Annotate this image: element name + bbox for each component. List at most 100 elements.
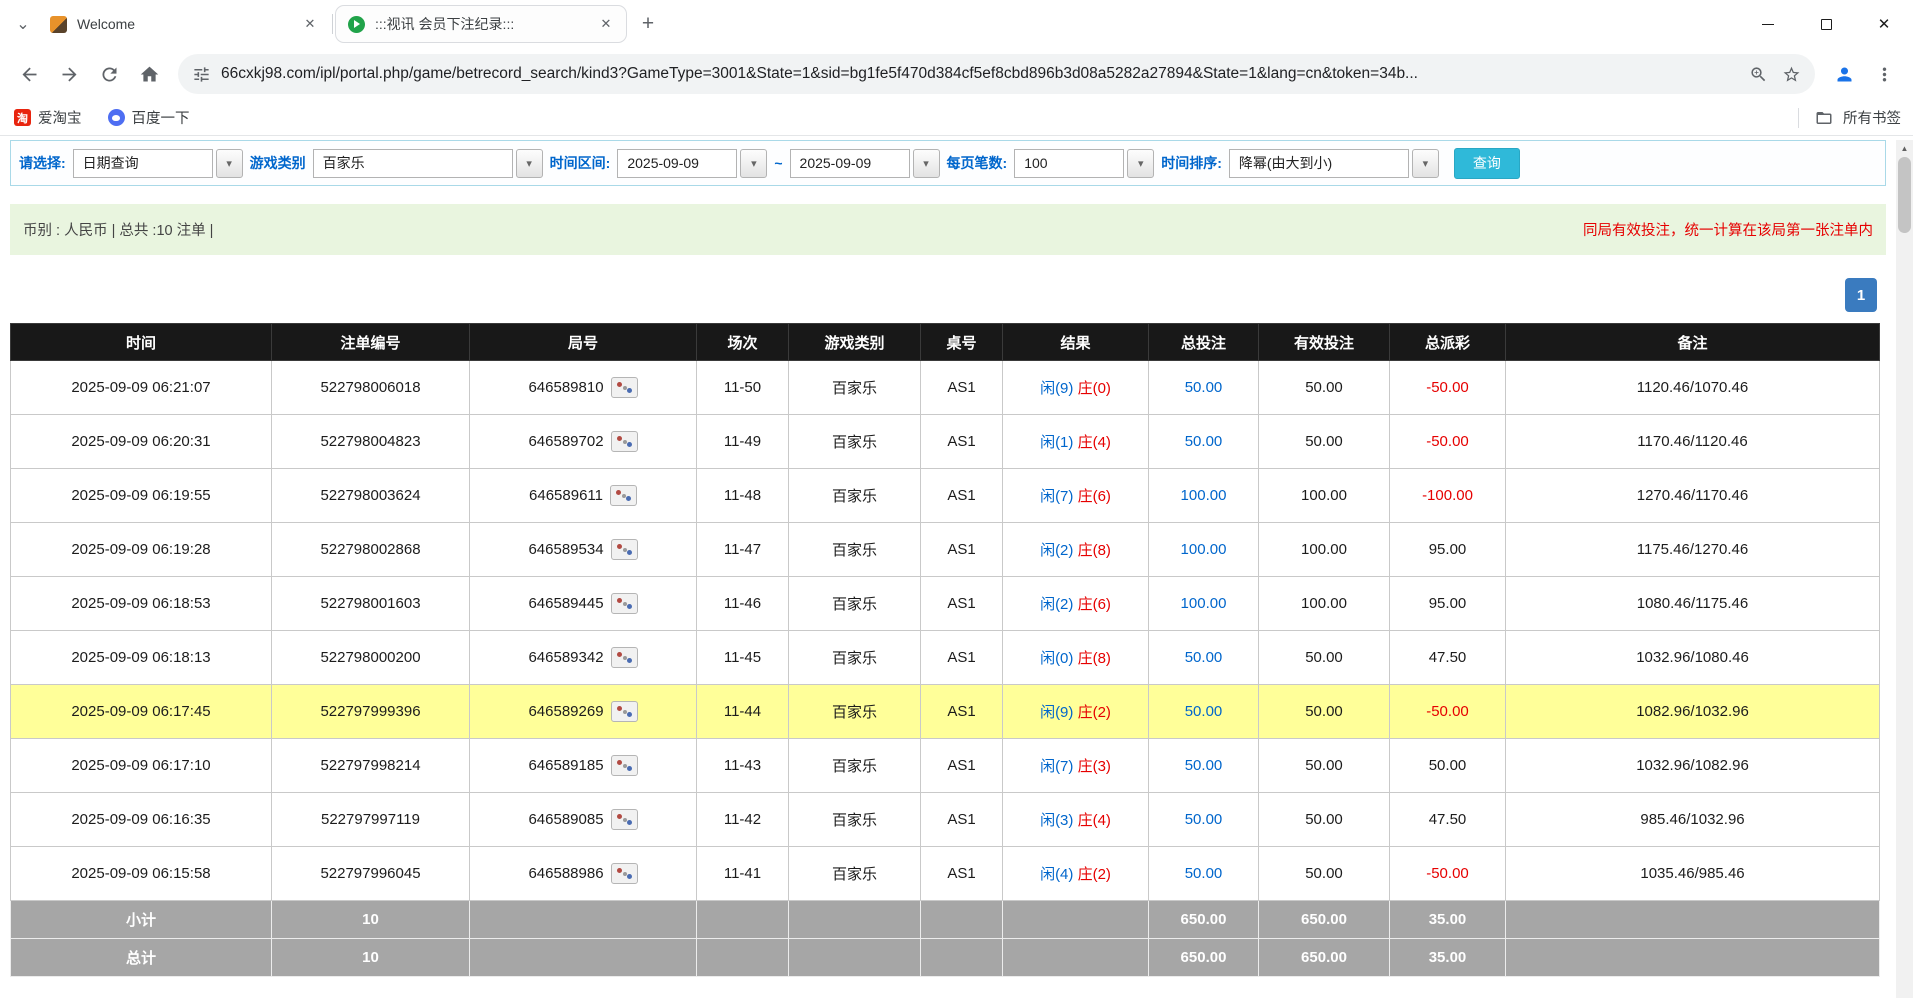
total-bet-link[interactable]: 100.00 (1181, 541, 1227, 558)
page-1-button[interactable]: 1 (1845, 278, 1877, 312)
chevron-down-icon[interactable]: ▾ (913, 149, 940, 178)
cell-time: 2025-09-09 06:21:07 (11, 361, 272, 415)
folder-icon (1815, 109, 1833, 127)
chevron-down-icon[interactable]: ▾ (740, 149, 767, 178)
cell-result: 闲(4) 庄(2) (1003, 847, 1149, 901)
date-to-select[interactable]: 2025-09-09 ▾ (790, 149, 940, 178)
cell-total-bet: 50.00 (1149, 847, 1259, 901)
all-bookmarks-label: 所有书签 (1843, 107, 1901, 128)
result-player: 闲(0) (1040, 650, 1073, 667)
cell-valid-bet: 100.00 (1259, 577, 1390, 631)
payout-value: -50.00 (1426, 703, 1469, 720)
tab-close-icon[interactable]: ✕ (596, 14, 616, 34)
cell-payout: 50.00 (1390, 739, 1506, 793)
back-button[interactable] (10, 55, 48, 93)
result-player: 闲(9) (1040, 704, 1073, 721)
chevron-down-icon[interactable]: ▾ (216, 149, 243, 178)
total-label: 总计 (11, 939, 272, 977)
per-page-select[interactable]: 100 ▾ (1014, 149, 1154, 178)
chevron-down-icon[interactable]: ▾ (516, 149, 543, 178)
maximize-button[interactable] (1797, 0, 1855, 48)
cell-session: 11-48 (697, 469, 789, 523)
url-bar[interactable]: 66cxkj98.com/ipl/portal.php/game/betreco… (178, 54, 1815, 94)
total-bet-link[interactable]: 50.00 (1185, 757, 1223, 774)
bookmark-baidu[interactable]: 百度一下 (108, 107, 190, 128)
profile-button[interactable] (1825, 55, 1863, 93)
chevron-down-icon[interactable]: ▾ (1412, 149, 1439, 178)
table-footer: 小计 10 650.00 650.00 35.00 总计 10 (11, 901, 1880, 977)
tab-close-icon[interactable]: ✕ (300, 14, 320, 34)
bookmark-aitaobao[interactable]: 淘 爱淘宝 (14, 107, 82, 128)
cell-round: 646589342 (470, 631, 697, 685)
round-result-image-icon[interactable] (611, 809, 638, 830)
subtotal-label: 小计 (11, 901, 272, 939)
query-type-value[interactable]: 日期查询 (73, 149, 213, 178)
round-result-image-icon[interactable] (610, 485, 637, 506)
round-result-image-icon[interactable] (611, 377, 638, 398)
cell-game-type: 百家乐 (789, 685, 921, 739)
col-session: 场次 (697, 324, 789, 361)
cell-session: 11-43 (697, 739, 789, 793)
payout-value: 95.00 (1429, 595, 1467, 612)
tab-welcome[interactable]: Welcome ✕ (38, 5, 330, 43)
col-payout: 总派彩 (1390, 324, 1506, 361)
per-page-value[interactable]: 100 (1014, 149, 1124, 178)
browser-menu-button[interactable] (1865, 55, 1903, 93)
page-scrollbar[interactable]: ▲ (1896, 140, 1913, 998)
total-bet-link[interactable]: 100.00 (1181, 487, 1227, 504)
total-bet-link[interactable]: 50.00 (1185, 811, 1223, 828)
col-total-bet: 总投注 (1149, 324, 1259, 361)
result-player: 闲(7) (1040, 758, 1073, 775)
round-result-image-icon[interactable] (611, 755, 638, 776)
minimize-button[interactable] (1739, 0, 1797, 48)
cell-game-type: 百家乐 (789, 577, 921, 631)
cell-round: 646589269 (470, 685, 697, 739)
round-result-image-icon[interactable] (611, 701, 638, 722)
round-result-image-icon[interactable] (611, 431, 638, 452)
bookmark-label: 爱淘宝 (38, 107, 82, 128)
round-result-image-icon[interactable] (611, 863, 638, 884)
total-bet-link[interactable]: 100.00 (1181, 595, 1227, 612)
result-banker: 庄(6) (1078, 596, 1111, 613)
reload-button[interactable] (90, 55, 128, 93)
date-to-value[interactable]: 2025-09-09 (790, 149, 910, 178)
home-button[interactable] (130, 55, 168, 93)
search-button[interactable]: 查询 (1454, 148, 1520, 179)
close-button[interactable]: ✕ (1855, 0, 1913, 48)
tab-search-chevron-icon[interactable]: ⌄ (8, 9, 38, 39)
round-result-image-icon[interactable] (611, 647, 638, 668)
tab-betrecord[interactable]: :::视讯 会员下注纪录::: ✕ (335, 5, 627, 43)
total-bet-link[interactable]: 50.00 (1185, 433, 1223, 450)
sort-value[interactable]: 降幂(由大到小) (1229, 149, 1409, 178)
cell-total-bet: 100.00 (1149, 523, 1259, 577)
scrollbar-thumb[interactable] (1898, 157, 1911, 233)
date-from-select[interactable]: 2025-09-09 ▾ (617, 149, 767, 178)
cell-total-bet: 50.00 (1149, 415, 1259, 469)
total-bet-link[interactable]: 50.00 (1185, 379, 1223, 396)
sort-select[interactable]: 降幂(由大到小) ▾ (1229, 149, 1439, 178)
forward-button[interactable] (50, 55, 88, 93)
total-bet-link[interactable]: 50.00 (1185, 649, 1223, 666)
new-tab-button[interactable]: + (633, 9, 663, 39)
game-type-value[interactable]: 百家乐 (313, 149, 513, 178)
cell-result: 闲(7) 庄(6) (1003, 469, 1149, 523)
zoom-icon[interactable] (1749, 65, 1768, 84)
game-type-select[interactable]: 百家乐 ▾ (313, 149, 543, 178)
query-type-select[interactable]: 日期查询 ▾ (73, 149, 243, 178)
scroll-up-arrow-icon[interactable]: ▲ (1896, 140, 1913, 157)
round-result-image-icon[interactable] (611, 539, 638, 560)
payout-value: -50.00 (1426, 433, 1469, 450)
minimize-icon (1762, 24, 1774, 25)
total-bet-link[interactable]: 50.00 (1185, 865, 1223, 882)
chevron-down-icon[interactable]: ▾ (1127, 149, 1154, 178)
all-bookmarks-button[interactable]: 所有书签 (1798, 107, 1901, 128)
total-bet-link[interactable]: 50.00 (1185, 703, 1223, 720)
cell-result: 闲(9) 庄(0) (1003, 361, 1149, 415)
site-settings-tune-icon[interactable] (192, 65, 211, 84)
cell-note: 1170.46/1120.46 (1506, 415, 1880, 469)
betrecord-tab-favicon-icon (348, 16, 365, 33)
round-result-image-icon[interactable] (611, 593, 638, 614)
date-from-value[interactable]: 2025-09-09 (617, 149, 737, 178)
url-text[interactable]: 66cxkj98.com/ipl/portal.php/game/betreco… (221, 65, 1739, 83)
bookmark-star-icon[interactable] (1782, 65, 1801, 84)
